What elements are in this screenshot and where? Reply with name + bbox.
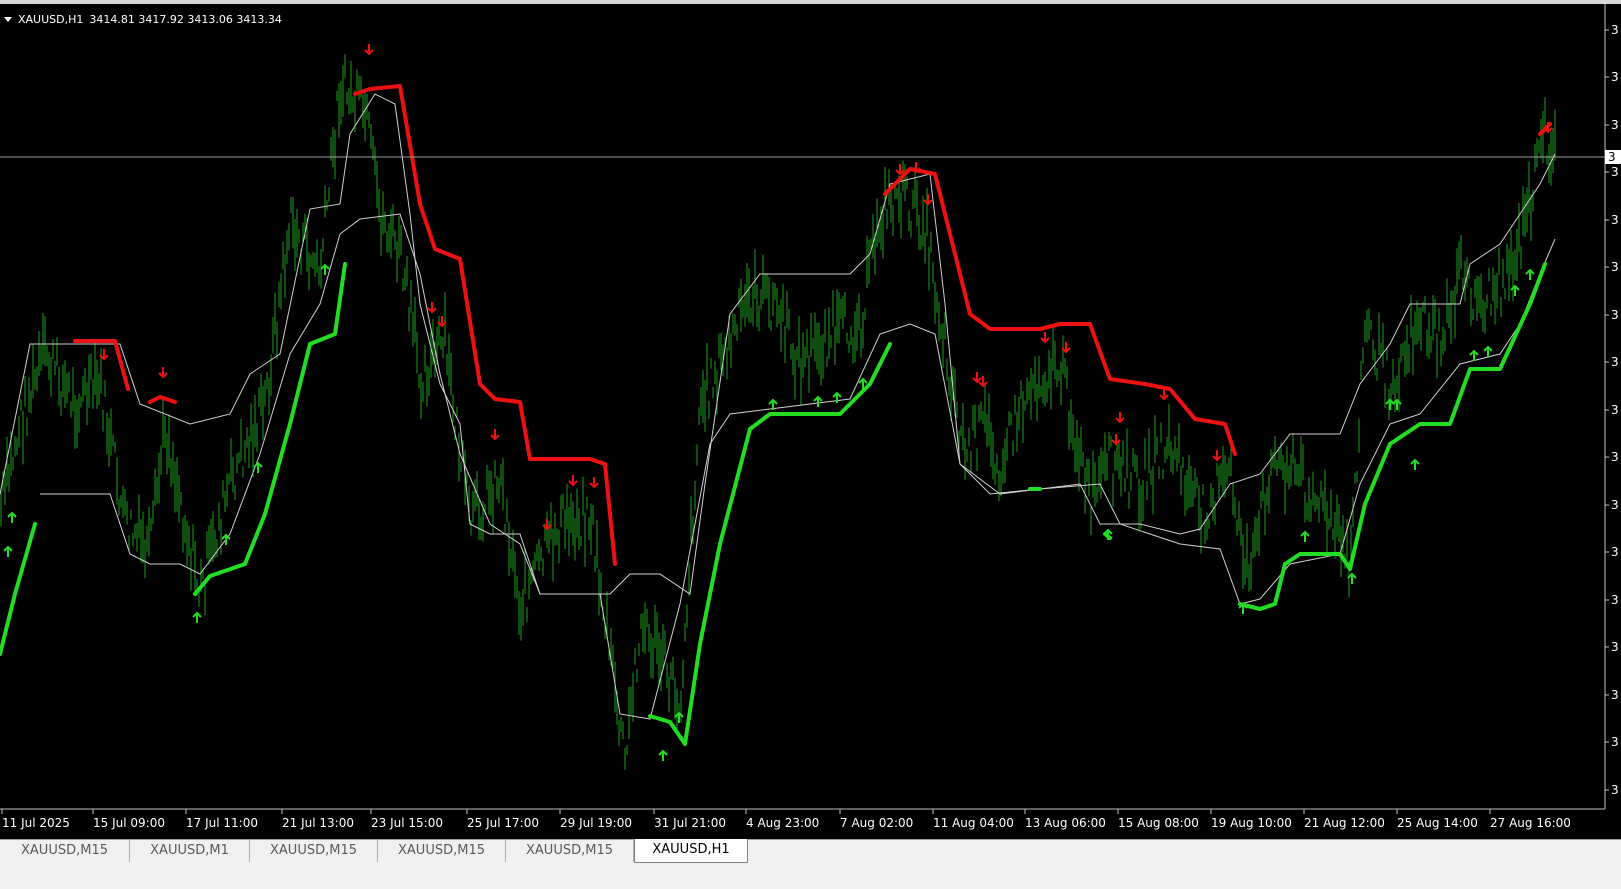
sell-signal-arrow-icon (364, 44, 374, 56)
sell-signal-arrow-icon (427, 302, 437, 314)
sell-signal-arrow-icon (490, 429, 500, 441)
time-tick-label: 29 Jul 19:00 (560, 816, 632, 830)
sell-signal-arrow-icon (911, 162, 921, 174)
time-tick-label: 7 Aug 02:00 (840, 816, 913, 830)
buy-signal-arrow-icon (3, 545, 13, 557)
sell-signal-arrow-icon (568, 475, 578, 487)
price-tick-label: 3 (1611, 450, 1619, 464)
tab-xauusd-m15-4[interactable]: XAUUSD,M15 (506, 840, 634, 862)
price-tick-label: 3 (1611, 498, 1619, 512)
sell-signal-arrow-icon (972, 372, 982, 384)
symbol-header: XAUUSD,H1 3414.81 3417.92 3413.06 3413.3… (4, 13, 282, 26)
price-tick-label: 3 (1611, 308, 1619, 322)
price-tick-label: 3 (1611, 355, 1619, 369)
tab-xauusd-m1[interactable]: XAUUSD,M1 (130, 840, 250, 862)
price-tick-label: 3 (1611, 70, 1619, 84)
sell-signal-arrow-icon (1115, 412, 1125, 424)
buy-signal-arrow-icon (1392, 398, 1402, 410)
buy-signal-arrow-icon (674, 711, 684, 723)
upper-channel-line (0, 93, 1556, 595)
sell-signal-arrow-icon (589, 477, 599, 489)
chart-menu-triangle-icon[interactable] (4, 17, 12, 22)
buy-signal-arrow-icon (7, 511, 17, 523)
tab-xauusd-m15-3[interactable]: XAUUSD,M15 (378, 840, 506, 862)
buy-signal-arrow-icon (1483, 345, 1493, 357)
tab-xauusd-m15-1[interactable]: XAUUSD,M15 (0, 840, 130, 862)
terminal-window: 3 3 3 3 3 3 3 3 3 3 3 3 3 3 3 3 3 3 11 Jul 2025 15 Jul 09:0… (0, 0, 1621, 889)
buy-signal-arrow-icon (1300, 530, 1310, 542)
time-tick-label: 25 Jul 17:00 (467, 816, 539, 830)
symbol-label: XAUUSD,H1 (18, 13, 84, 26)
price-tick-label: 3 (1611, 545, 1619, 559)
time-tick-label: 15 Jul 09:00 (93, 816, 165, 830)
price-tick-label: 3 (1611, 688, 1619, 702)
price-tick-label: 3 (1611, 213, 1619, 227)
lower-channel-line (40, 213, 1556, 720)
buy-signal-arrow-icon (1510, 284, 1520, 296)
sell-signal-arrow-icon (1111, 434, 1121, 446)
buy-signal-arrow-icon (832, 391, 842, 403)
buy-signal-arrow-icon (1410, 458, 1420, 470)
buy-signal-arrow-icon (1385, 398, 1395, 410)
time-tick-label: 11 Aug 04:00 (933, 816, 1014, 830)
time-tick-label: 15 Aug 08:00 (1118, 816, 1199, 830)
trend-line-up-segment (0, 522, 37, 656)
price-tick-label: 3 (1611, 403, 1619, 417)
tab-xauusd-m15-2[interactable]: XAUUSD,M15 (250, 840, 378, 862)
price-chart[interactable]: 3 3 3 3 3 3 3 3 3 3 3 3 3 3 3 3 3 3 11 Jul 2025 15 Jul 09:0… (0, 4, 1621, 839)
time-tick-label: 31 Jul 21:00 (654, 816, 726, 830)
price-tick-label: 3 (1611, 640, 1619, 654)
time-tick-label: 17 Jul 11:00 (186, 816, 258, 830)
ohlc-values: 3414.81 3417.92 3413.06 3413.34 (89, 13, 282, 26)
time-tick-label: 21 Aug 12:00 (1304, 816, 1385, 830)
buy-signal-arrow-icon (1525, 268, 1535, 280)
time-tick-label: 13 Aug 06:00 (1025, 816, 1106, 830)
time-tick-label: 4 Aug 23:00 (746, 816, 819, 830)
price-tick-label: 3 (1611, 118, 1619, 132)
chart-canvas[interactable]: 33333333333333333311 Jul 2025 15 Jul 09:0… (0, 4, 1621, 839)
price-tick-label: 3 (1611, 23, 1619, 37)
chart-tab-bar: XAUUSD,M15 XAUUSD,M1 XAUUSD,M15 XAUUSD,M… (0, 839, 1621, 889)
trend-line-up-segment (1238, 262, 1547, 611)
time-tick-label: 23 Jul 15:00 (371, 816, 443, 830)
sell-signal-arrow-icon (1040, 332, 1050, 344)
sell-signal-arrow-icon (158, 367, 168, 379)
tab-xauusd-h1[interactable]: XAUUSD,H1 (634, 839, 748, 863)
sell-signal-arrow-icon (542, 519, 552, 531)
sell-signal-arrow-icon (1159, 389, 1169, 401)
price-tick-label: 3 (1611, 735, 1619, 749)
time-tick-label: 19 Aug 10:00 (1211, 816, 1292, 830)
sell-signal-arrow-icon (923, 194, 933, 206)
buy-signal-arrow-icon (1238, 602, 1248, 614)
price-tick-label: 3 (1611, 260, 1619, 274)
time-tick-label: 25 Aug 14:00 (1397, 816, 1478, 830)
trend-line-down-segment (353, 84, 617, 566)
buy-signal-arrow-icon (813, 395, 823, 407)
buy-signal-arrow-icon (658, 749, 668, 761)
price-tick-label: 3 (1611, 593, 1619, 607)
price-tick-label: 3 (1611, 783, 1619, 797)
time-tick-label: 21 Jul 13:00 (282, 816, 354, 830)
current-price-marker-label: 3 (1608, 150, 1616, 164)
price-tick-label: 3 (1611, 165, 1619, 179)
sell-signal-arrow-icon (1212, 450, 1222, 462)
buy-signal-arrow-icon (192, 611, 202, 623)
time-tick-label: 11 Jul 2025 (2, 816, 70, 830)
time-tick-label: 27 Aug 16:00 (1490, 816, 1571, 830)
buy-signal-arrow-icon (320, 263, 330, 275)
